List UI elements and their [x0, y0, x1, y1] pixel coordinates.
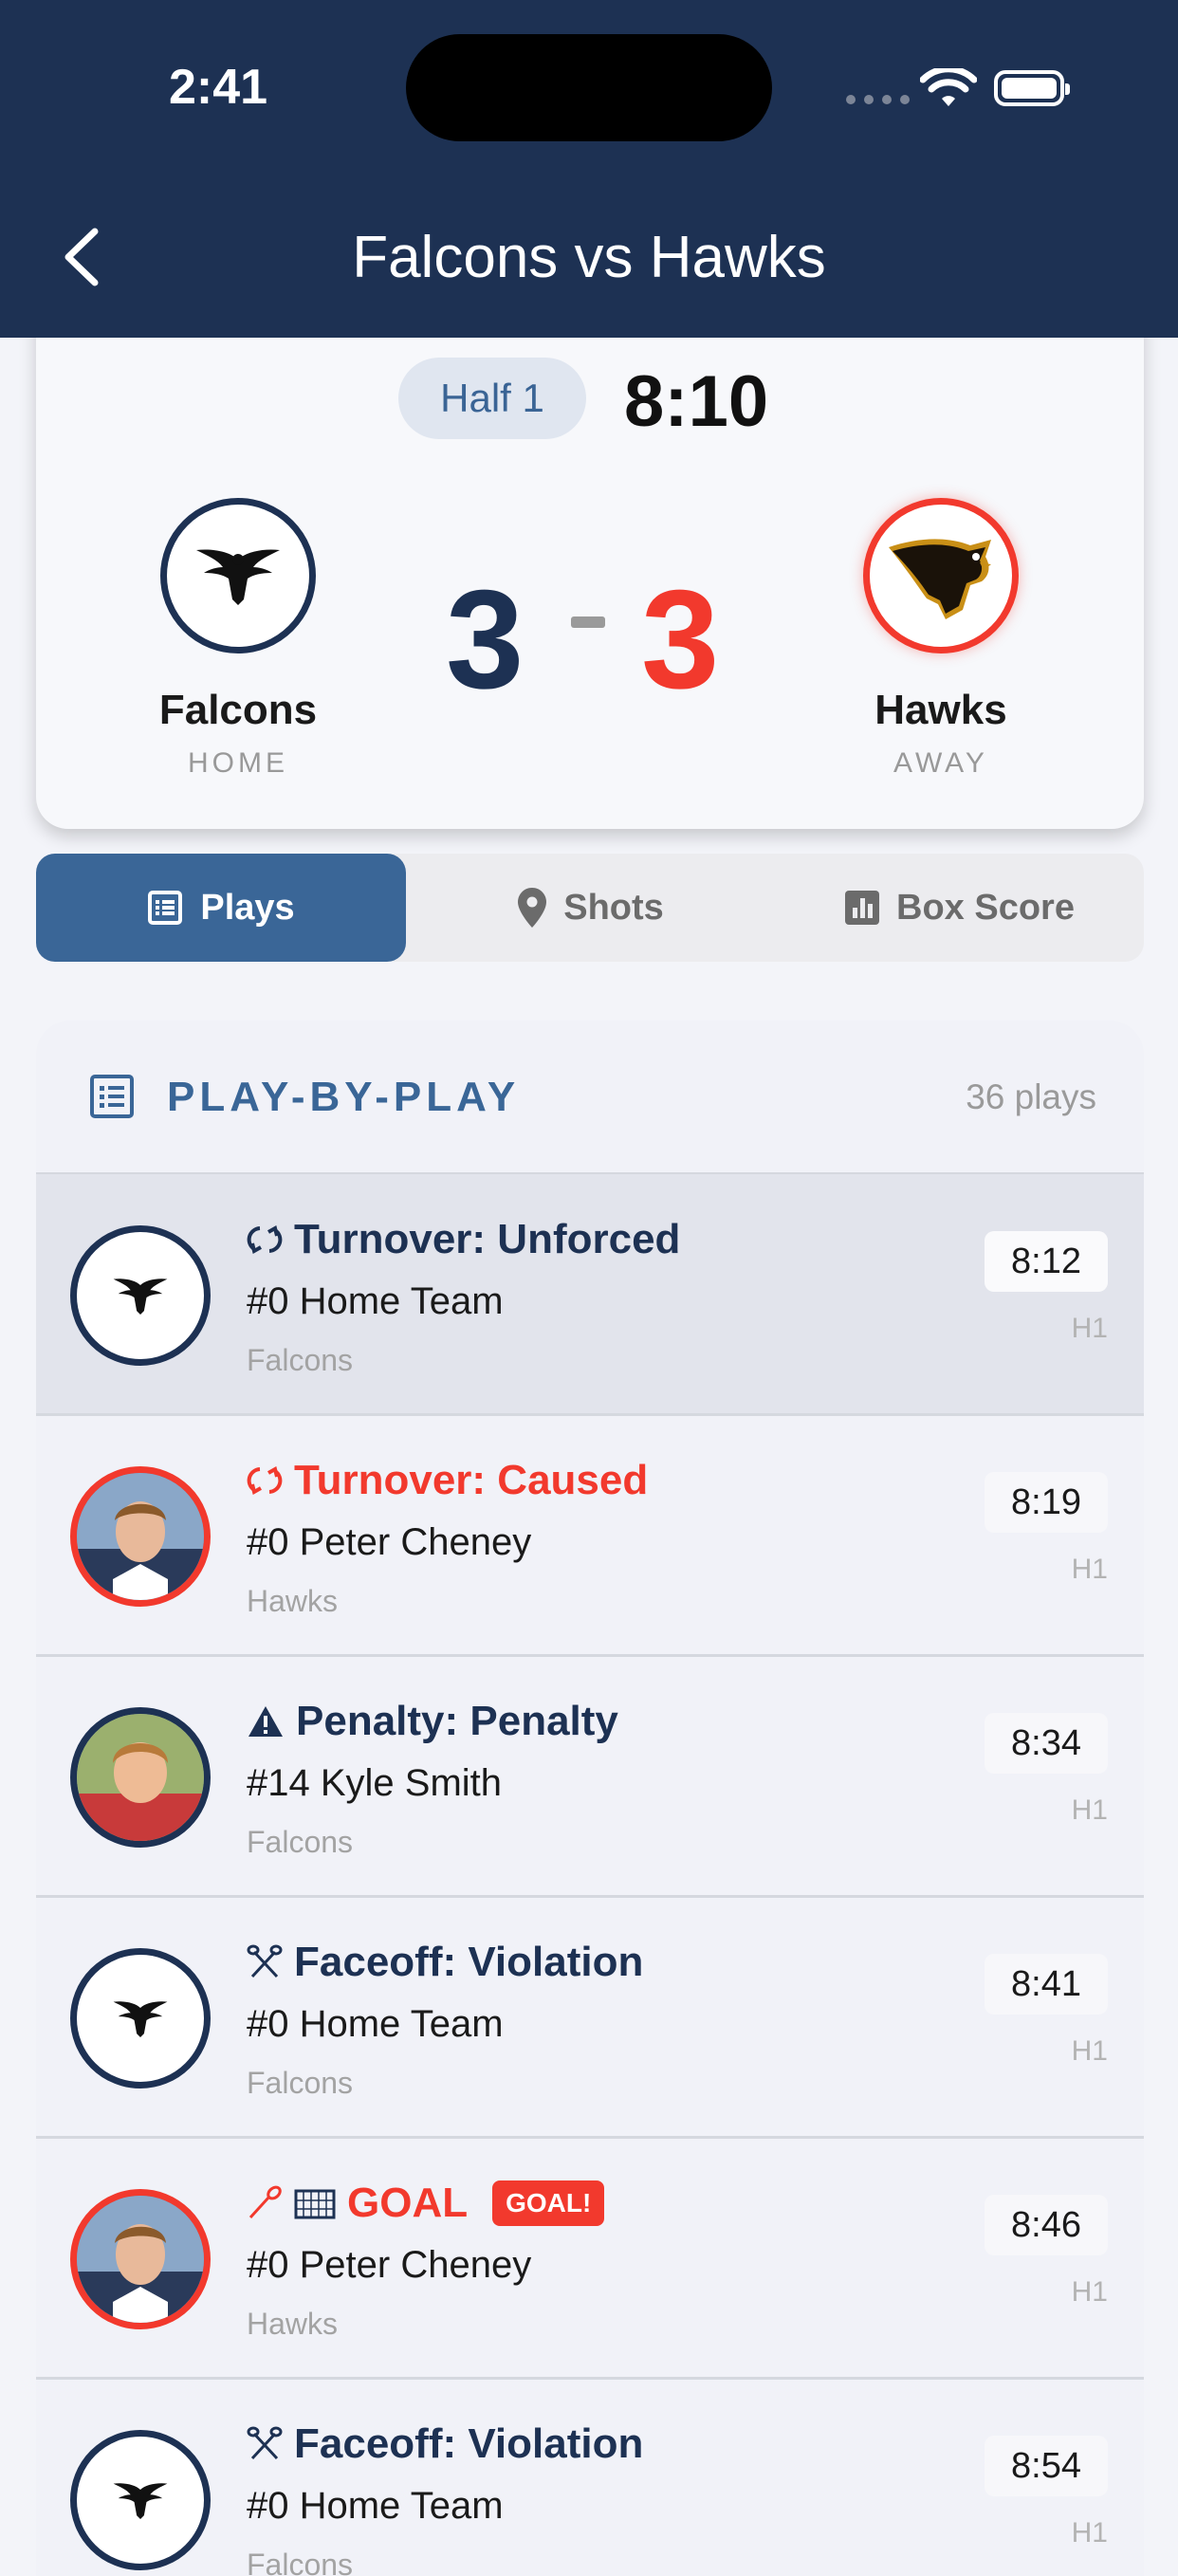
play-time: 8:34	[985, 1713, 1108, 1774]
player-avatar	[70, 1466, 211, 1607]
player-photo	[77, 1714, 204, 1841]
wifi-icon	[920, 68, 977, 106]
play-type: Turnover: Unforced	[247, 1216, 680, 1263]
falcon-logo-icon	[113, 1279, 168, 1316]
tab-box-score[interactable]: Box Score	[776, 854, 1144, 962]
play-half: H1	[1071, 2517, 1108, 2548]
play-row[interactable]: Turnover: Unforced #0 Home Team Falcons …	[36, 1174, 1144, 1416]
hawk-logo-icon	[889, 539, 991, 619]
play-type: Faceoff: Violation	[247, 2420, 643, 2468]
view-tabs: Plays Shots Box Score	[36, 854, 1144, 962]
signal-icon	[846, 95, 910, 104]
list-icon	[90, 1075, 134, 1118]
play-team: Falcons	[247, 1343, 354, 1377]
play-type-label: Faceoff: Violation	[294, 2420, 644, 2467]
play-count: 36 plays	[966, 1077, 1096, 1116]
play-type: GOAL GOAL!	[247, 2180, 605, 2227]
battery-icon	[994, 70, 1070, 106]
page-title: Falcons vs Hawks	[352, 225, 826, 290]
nav-bar: 2:41 Falcons vs Hawks	[0, 0, 1178, 338]
play-team: Hawks	[247, 2307, 339, 2341]
map-pin-icon	[518, 888, 547, 928]
player-photo	[77, 1473, 204, 1600]
play-row[interactable]: GOAL GOAL! #0 Peter Cheney Hawks 8:46 H1	[36, 2138, 1144, 2380]
away-score: 3	[641, 561, 720, 718]
play-team: Falcons	[247, 2548, 354, 2576]
bar-chart-icon	[845, 891, 880, 925]
play-half: H1	[1071, 1554, 1108, 1585]
falcon-logo-icon	[113, 2483, 168, 2520]
score-separator	[571, 616, 605, 628]
crossed-sticks-icon	[247, 1944, 283, 1978]
home-score: 3	[446, 561, 525, 718]
home-team-name: Falcons	[158, 687, 318, 733]
goal-net-icon	[294, 2189, 336, 2219]
play-team: Hawks	[247, 1584, 339, 1618]
team-avatar	[70, 1948, 211, 2088]
player-avatar	[70, 1707, 211, 1848]
player-avatar	[70, 2189, 211, 2329]
period-badge: Half 1	[398, 358, 586, 439]
play-time: 8:46	[985, 2195, 1108, 2255]
play-by-play-header: PLAY-BY-PLAY 36 plays	[36, 1021, 1144, 1175]
play-time: 8:12	[985, 1231, 1108, 1292]
play-player: #14 Kyle Smith	[247, 1762, 503, 1804]
play-player: #0 Home Team	[247, 2485, 504, 2527]
play-half: H1	[1071, 1794, 1108, 1826]
play-team: Falcons	[247, 2066, 354, 2100]
falcon-logo-icon	[196, 549, 280, 605]
play-player: #0 Home Team	[247, 2003, 504, 2045]
play-row[interactable]: Faceoff: Violation #0 Home Team Falcons …	[36, 1897, 1144, 2139]
play-time: 8:41	[985, 1954, 1108, 2015]
play-type: Penalty: Penalty	[247, 1698, 618, 1745]
crossed-sticks-icon	[247, 2426, 283, 2460]
play-row[interactable]: Turnover: Caused #0 Peter Cheney Hawks 8…	[36, 1415, 1144, 1657]
player-photo	[77, 2196, 204, 2323]
away-team-logo	[863, 498, 1019, 653]
game-clock: 8:10	[624, 361, 769, 442]
away-team-label: AWAY	[893, 747, 988, 779]
play-row[interactable]: Penalty: Penalty #14 Kyle Smith Falcons …	[36, 1656, 1144, 1898]
play-type: Turnover: Caused	[247, 1457, 648, 1504]
lacrosse-stick-icon	[248, 2185, 282, 2219]
play-time: 8:19	[985, 1472, 1108, 1533]
play-type-label: Penalty: Penalty	[296, 1698, 618, 1744]
play-player: #0 Home Team	[247, 1280, 504, 1322]
play-type: Faceoff: Violation	[247, 1939, 643, 1986]
tab-shots[interactable]: Shots	[406, 854, 776, 962]
tab-shots-label: Shots	[563, 887, 664, 928]
play-player: #0 Peter Cheney	[247, 1521, 532, 1563]
play-by-play-title: PLAY-BY-PLAY	[167, 1074, 521, 1120]
away-team-name: Hawks	[874, 687, 1007, 733]
play-by-play-card: PLAY-BY-PLAY 36 plays Turnover: Unforced…	[36, 1021, 1144, 2576]
home-team-logo	[160, 498, 316, 653]
play-time: 8:54	[985, 2436, 1108, 2496]
list-icon	[148, 891, 183, 925]
play-type-label: Turnover: Unforced	[294, 1216, 681, 1262]
status-time: 2:41	[169, 60, 268, 115]
play-player: #0 Peter Cheney	[247, 2244, 532, 2286]
turnover-icon	[247, 1465, 283, 1496]
play-half: H1	[1071, 2276, 1108, 2308]
play-type-label: Turnover: Caused	[294, 1457, 649, 1503]
goal-badge: GOAL!	[492, 2180, 605, 2226]
warning-icon	[248, 1706, 283, 1737]
tab-box-score-label: Box Score	[896, 887, 1075, 928]
tab-plays[interactable]: Plays	[36, 854, 406, 962]
play-half: H1	[1071, 2035, 1108, 2067]
play-half: H1	[1071, 1313, 1108, 1344]
play-row[interactable]: Faceoff: Violation #0 Home Team Falcons …	[36, 2379, 1144, 2576]
home-team-label: HOME	[188, 747, 288, 779]
turnover-icon	[247, 1224, 283, 1255]
play-type-label: Faceoff: Violation	[294, 1939, 644, 1985]
play-type-label: GOAL	[347, 2180, 469, 2226]
dynamic-island	[406, 34, 772, 141]
falcon-logo-icon	[113, 2001, 168, 2038]
team-avatar	[70, 1225, 211, 1366]
play-team: Falcons	[247, 1825, 354, 1859]
tab-plays-label: Plays	[200, 887, 295, 928]
